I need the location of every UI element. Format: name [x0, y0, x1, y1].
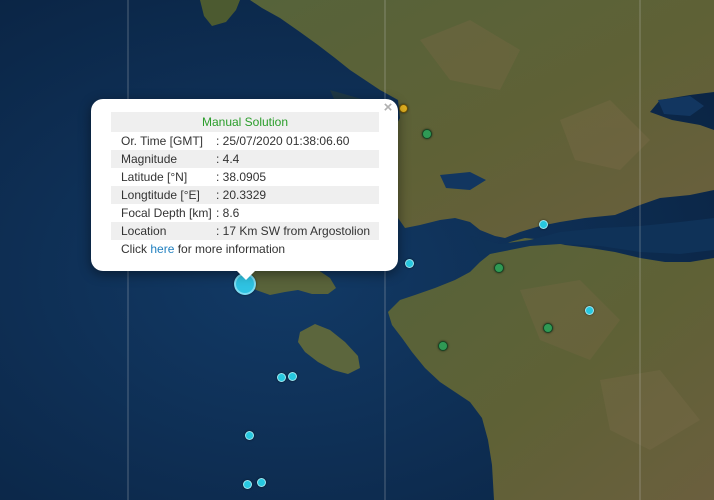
earthquake-marker[interactable]: [245, 431, 254, 440]
row-label: Location: [111, 222, 213, 240]
table-row: Location : 17 Km SW from Argostolion: [111, 222, 379, 240]
earthquake-marker[interactable]: [277, 373, 286, 382]
row-value: : 38.0905: [216, 170, 267, 184]
table-row: Or. Time [GMT] : 25/07/2020 01:38:06.60: [111, 132, 379, 150]
earthquake-marker[interactable]: [543, 323, 553, 333]
earthquake-marker[interactable]: [243, 480, 252, 489]
earthquake-marker[interactable]: [257, 478, 266, 487]
more-info-link[interactable]: here: [150, 242, 174, 256]
earthquake-marker[interactable]: [422, 129, 432, 139]
footer-suffix: for more information: [174, 242, 286, 256]
row-value: : 8.6: [216, 206, 240, 220]
table-row: Latitude [°N] : 38.0905: [111, 168, 379, 186]
row-label: Longtitude [°E]: [111, 186, 213, 204]
close-icon[interactable]: ×: [381, 100, 395, 116]
row-value: : 25/07/2020 01:38:06.60: [216, 134, 350, 148]
earthquake-marker[interactable]: [494, 263, 504, 273]
row-value: : 17 Km SW from Argostolion: [213, 222, 379, 240]
table-row: Magnitude : 4.4: [111, 150, 379, 168]
earthquake-marker[interactable]: [585, 306, 594, 315]
row-value: : 20.3329: [213, 186, 379, 204]
table-row: Focal Depth [km] : 8.6: [111, 204, 379, 222]
popup-pointer: [236, 270, 256, 280]
earthquake-info-popup: × Manual Solution Or. Time [GMT] : 25/07…: [91, 99, 398, 271]
row-label: Or. Time [GMT]: [121, 134, 204, 148]
row-label: Latitude [°N]: [121, 170, 188, 184]
more-info-text: Click here for more information: [111, 240, 379, 258]
row-label: Focal Depth [km]: [121, 206, 212, 220]
popup-title: Manual Solution: [111, 112, 379, 132]
earthquake-details-table: Manual Solution Or. Time [GMT] : 25/07/2…: [111, 112, 379, 258]
earthquake-marker[interactable]: [438, 341, 448, 351]
row-value: : 4.4: [213, 150, 379, 168]
table-row: Longtitude [°E] : 20.3329: [111, 186, 379, 204]
more-info-row: Click here for more information: [111, 240, 379, 258]
earthquake-marker[interactable]: [539, 220, 548, 229]
footer-prefix: Click: [121, 242, 151, 256]
earthquake-marker[interactable]: [405, 259, 414, 268]
earthquake-marker[interactable]: [288, 372, 297, 381]
row-label: Magnitude: [111, 150, 213, 168]
earthquake-marker[interactable]: [399, 104, 408, 113]
